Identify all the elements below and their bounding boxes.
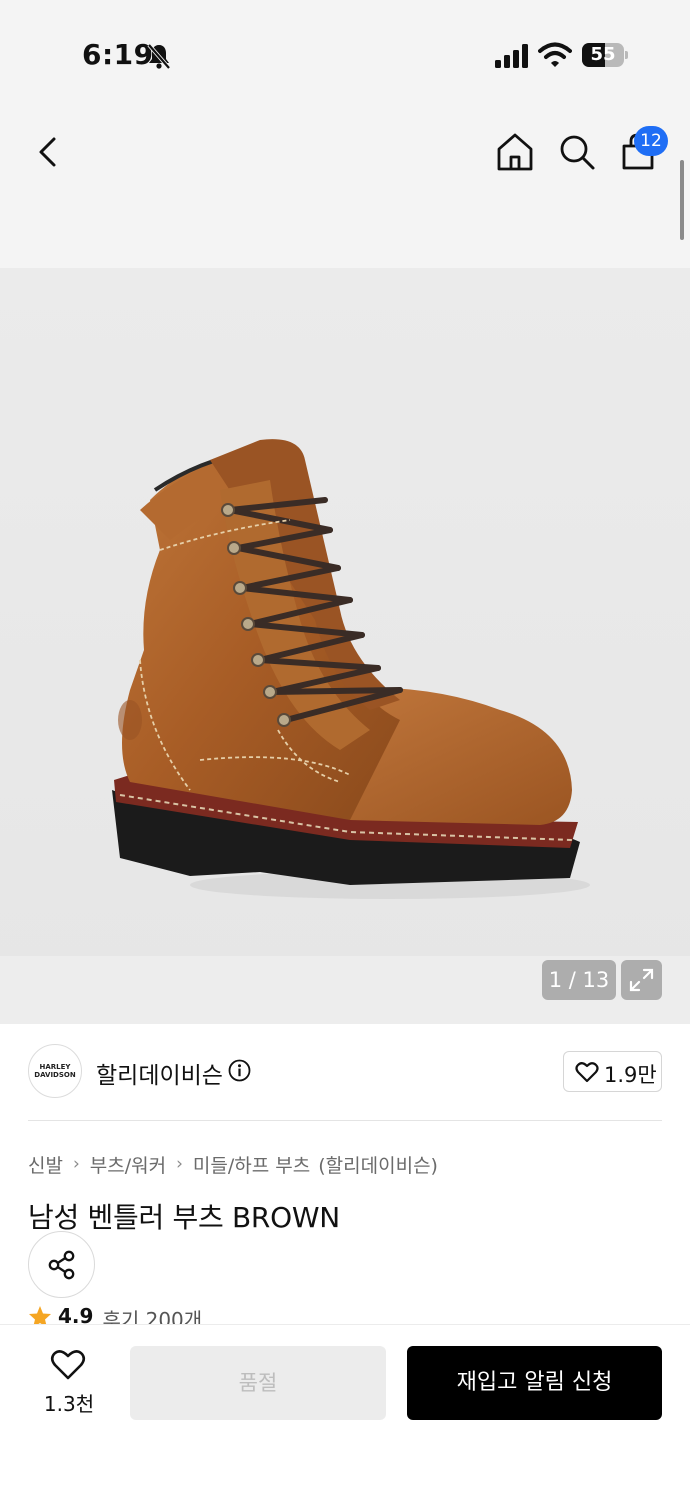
product-title: 남성 벤틀러 부츠 BROWN xyxy=(28,1201,340,1234)
brand-divider xyxy=(28,1120,662,1121)
breadcrumb-separator-icon: › xyxy=(72,1154,80,1174)
brand-logo-line2: DAVIDSON xyxy=(34,1071,76,1079)
wifi-icon xyxy=(538,42,572,67)
brand-name[interactable]: 할리데이비슨 xyxy=(96,1056,223,1090)
home-icon xyxy=(497,133,533,171)
back-button[interactable] xyxy=(30,130,70,174)
home-button[interactable] xyxy=(494,130,536,174)
wishlist-count: 1.3천 xyxy=(43,1392,95,1416)
share-button[interactable] xyxy=(28,1231,95,1298)
info-icon[interactable] xyxy=(228,1059,251,1082)
breadcrumb-item-mid-boots[interactable]: 미들/하프 부츠 xyxy=(193,1151,310,1178)
search-button[interactable] xyxy=(556,130,598,174)
breadcrumb-separator-icon: › xyxy=(176,1154,183,1174)
breadcrumb-item-boots[interactable]: 부츠/워커 xyxy=(90,1151,166,1178)
brand-logo-line1: HARLEY xyxy=(39,1063,71,1071)
expand-image-button[interactable] xyxy=(621,960,662,1000)
search-icon xyxy=(560,135,595,170)
expand-icon xyxy=(629,968,654,992)
soldout-button[interactable]: 품절 xyxy=(130,1346,386,1420)
heart-icon xyxy=(50,1350,86,1380)
battery-cap xyxy=(625,51,628,59)
scroll-indicator xyxy=(680,160,684,240)
brand-like-button[interactable]: 1.9만 xyxy=(563,1051,662,1092)
image-page-counter: 1 / 13 xyxy=(542,960,616,1000)
share-icon xyxy=(48,1250,75,1280)
cart-count-badge: 12 xyxy=(634,126,668,156)
restock-alert-button[interactable]: 재입고 알림 신청 xyxy=(407,1346,662,1420)
bell-slash-icon xyxy=(147,43,171,70)
battery-body: 55 xyxy=(582,43,624,67)
breadcrumb-item-shoes[interactable]: 신발 xyxy=(28,1151,63,1178)
status-time: 6:19 xyxy=(82,38,154,71)
brand-like-count: 1.9만 xyxy=(604,1063,657,1087)
battery-percent: 55 xyxy=(590,44,616,65)
chevron-left-icon xyxy=(39,137,56,167)
brand-logo[interactable]: HARLEY DAVIDSON xyxy=(28,1044,82,1098)
battery-indicator: 55 xyxy=(582,43,628,67)
product-boot-image xyxy=(112,439,590,899)
breadcrumb-brand-suffix[interactable]: (할리데이비슨) xyxy=(318,1151,438,1178)
cellular-signal-icon xyxy=(495,44,528,68)
wishlist-button[interactable]: 1.3천 xyxy=(30,1344,108,1418)
breadcrumb: 신발 › 부츠/워커 › 미들/하프 부츠 (할리데이비슨) xyxy=(28,1150,438,1178)
heart-icon xyxy=(575,1062,599,1083)
